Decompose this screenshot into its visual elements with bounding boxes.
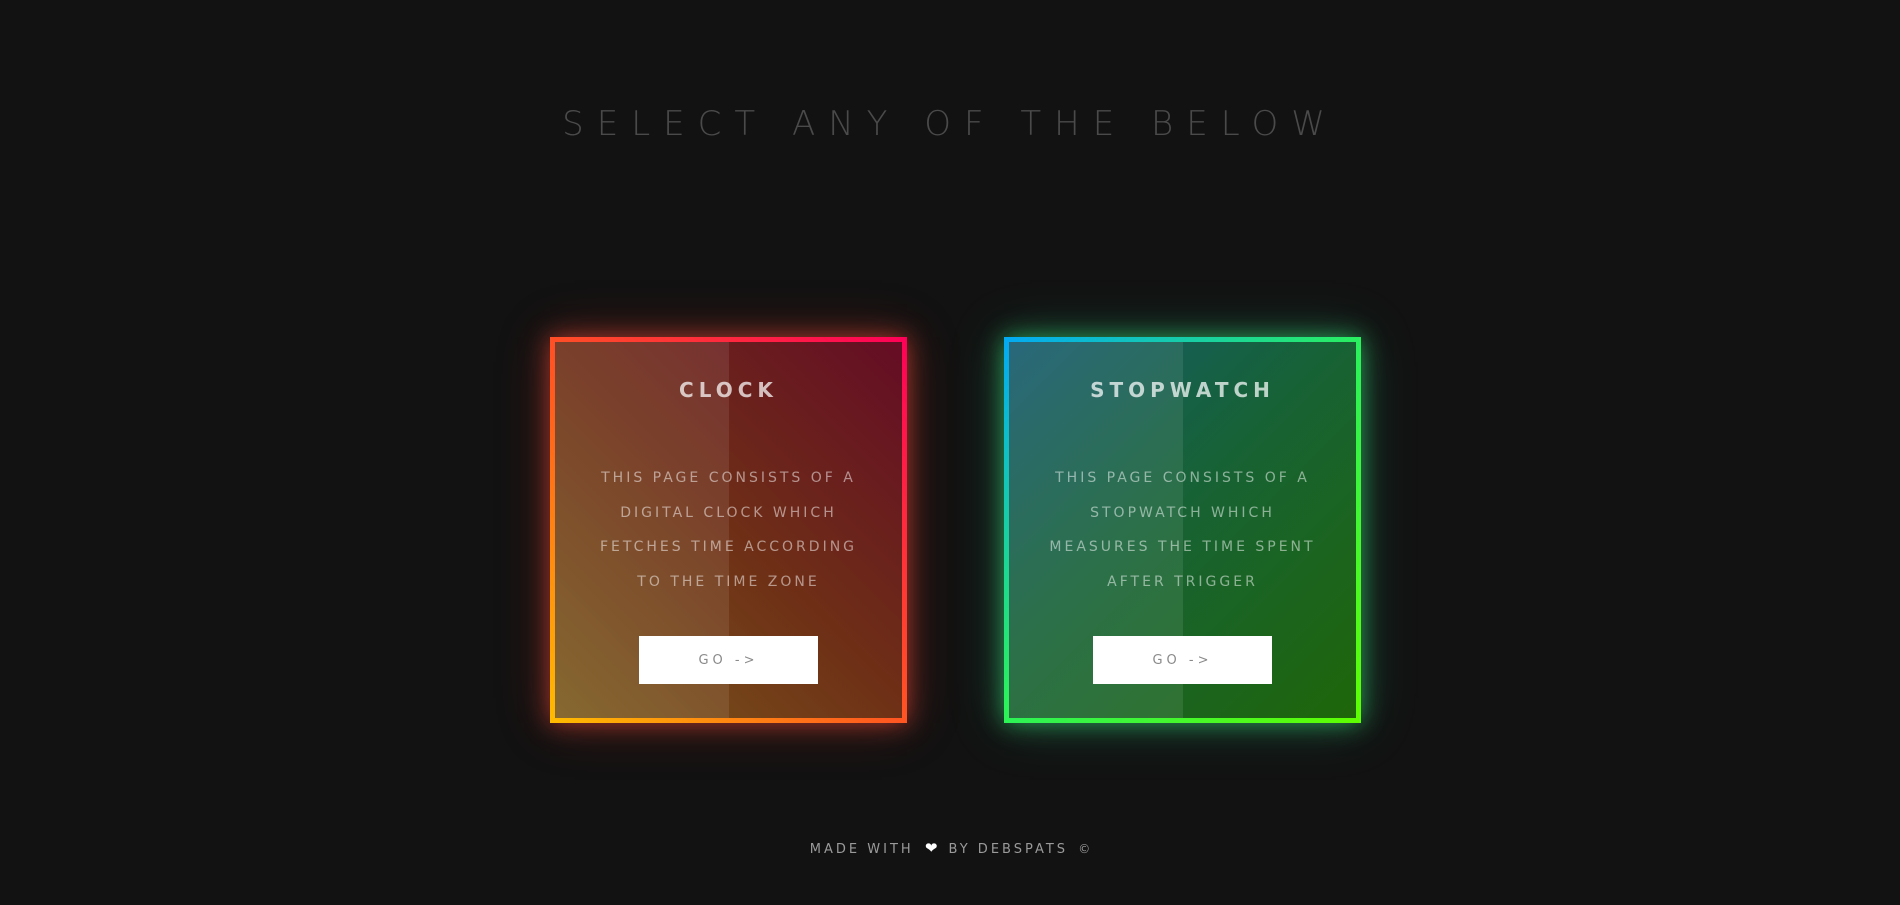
stopwatch-card-title: STOPWATCH	[1090, 378, 1275, 402]
stopwatch-card-body: STOPWATCH THIS PAGE CONSISTS OF A STOPWA…	[1009, 342, 1356, 718]
footer-author: BY DEBSPATS	[948, 842, 1069, 857]
heart-icon: ❤	[924, 839, 938, 857]
copyright-icon: ©	[1078, 842, 1091, 856]
page: SELECT ANY OF THE BELOW CLOCK THIS PAGE …	[0, 0, 1900, 905]
stopwatch-card-description: THIS PAGE CONSISTS OF A STOPWATCH WHICH …	[1049, 470, 1316, 590]
clock-card: CLOCK THIS PAGE CONSISTS OF A DIGITAL CL…	[550, 337, 907, 723]
page-heading: SELECT ANY OF THE BELOW	[562, 104, 1338, 144]
footer: MADE WITH ❤ BY DEBSPATS ©	[0, 839, 1900, 857]
stopwatch-card: STOPWATCH THIS PAGE CONSISTS OF A STOPWA…	[1004, 337, 1361, 723]
stopwatch-go-button[interactable]: GO ->	[1093, 636, 1272, 684]
clock-card-title: CLOCK	[679, 378, 778, 402]
clock-card-body: CLOCK THIS PAGE CONSISTS OF A DIGITAL CL…	[555, 342, 902, 718]
footer-made-with: MADE WITH	[809, 842, 914, 857]
clock-go-button[interactable]: GO ->	[639, 636, 818, 684]
clock-card-description: THIS PAGE CONSISTS OF A DIGITAL CLOCK WH…	[599, 470, 858, 590]
